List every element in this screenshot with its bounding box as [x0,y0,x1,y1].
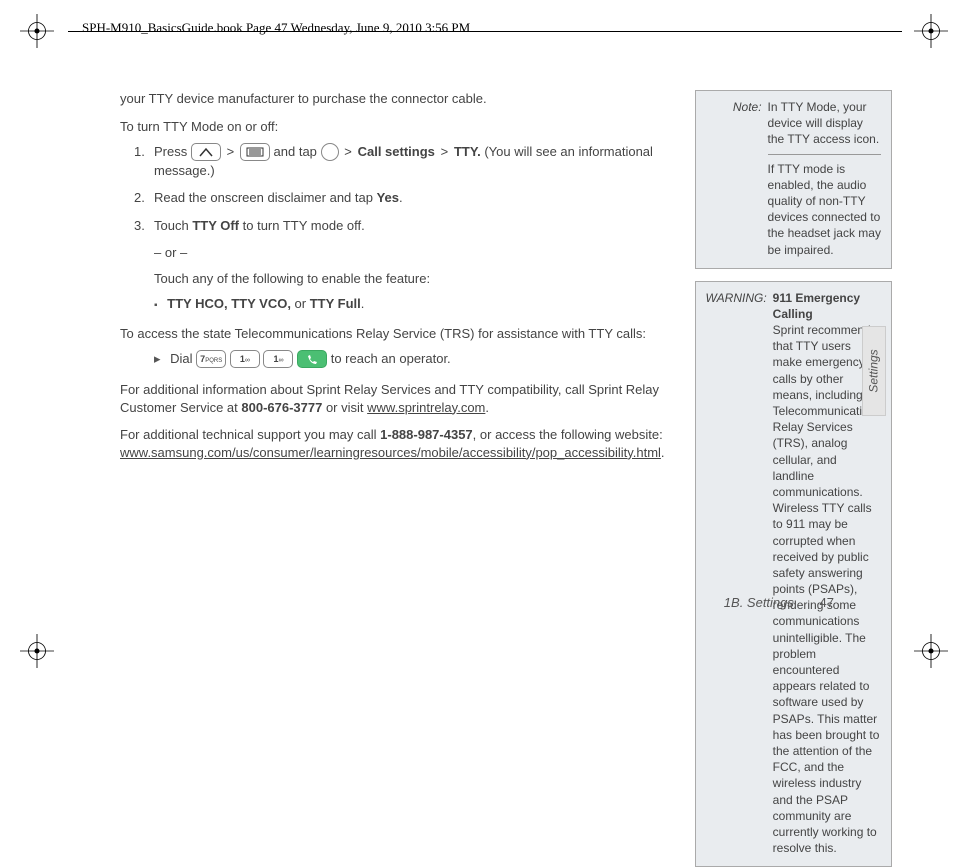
button-label-ref: Yes [377,190,399,205]
url-link: www.sprintrelay.com [367,400,485,415]
step-number: 1. [134,143,145,161]
page-content: your TTY device manufacturer to purchase… [120,90,854,618]
keypad-1-icon: 1∞ [230,350,260,368]
crop-mark-icon [914,14,948,48]
section-tab-label: Settings [867,349,881,392]
crop-mark-icon [20,634,54,668]
crop-mark-icon [20,14,54,48]
step-text: Dial [170,351,196,366]
option-list: TTY HCO, TTY VCO, or TTY Full. [154,295,665,313]
breadcrumb-separator: > [344,145,352,160]
note-label: Note: [706,99,762,258]
step-number: 3. [134,217,145,235]
divider [768,154,882,155]
breadcrumb-separator: > [226,145,234,160]
phone-number: 800-676-3777 [241,400,322,415]
settings-icon [321,143,339,161]
keypad-7-icon: 7PQRS [196,350,226,368]
step-text: Press [154,144,191,159]
phone-number: 1-888-987-4357 [380,427,473,442]
page-number: 47 [820,595,834,610]
page-header: SPH-M910_BasicsGuide.book Page 47 Wednes… [82,20,470,36]
note-text: If TTY mode is enabled, the audio qualit… [768,161,882,258]
step-text: Read the onscreen disclaimer and tap [154,190,377,205]
step-1: 1. Press > and tap > Call settings > TTY… [120,143,665,179]
note-callout: Note: In TTY Mode, your device will disp… [695,90,893,269]
keypad-1-icon: 1∞ [263,350,293,368]
procedure-heading: To turn TTY Mode on or off: [120,118,665,136]
body-text: For additional technical support you may… [120,426,665,461]
section-tab: Settings [862,326,886,416]
menu-path: TTY. [454,144,481,159]
step-text: and tap [274,144,321,159]
step-2: 2. Read the onscreen disclaimer and tap … [120,189,665,207]
step-text: Touch [154,218,192,233]
warning-label: WARNING: [706,290,767,857]
procedure-heading: To access the state Telecommunications R… [120,325,665,343]
step-text: Touch any of the following to enable the… [154,270,665,288]
left-column: your TTY device manufacturer to purchase… [120,90,665,618]
step-text: to turn TTY mode off. [239,218,365,233]
body-text: your TTY device manufacturer to purchase… [120,90,665,108]
option-label-ref: TTY Off [192,218,239,233]
page-footer: 1B. Settings 47 [724,595,834,610]
call-key-icon [297,350,327,368]
step-3: 3. Touch TTY Off to turn TTY mode off. [120,217,665,235]
home-key-icon [191,143,221,161]
menu-key-icon [240,143,270,161]
url-link: www.samsung.com/us/consumer/learningreso… [120,445,661,460]
section-name: 1B. Settings [724,595,794,610]
crop-mark-icon [914,634,948,668]
step-number: 2. [134,189,145,207]
warning-title: 911 Emergency Calling [773,290,882,322]
dial-step: Dial 7PQRS 1∞ 1∞ to reach an operator. [154,350,665,369]
or-separator: – or – [154,244,665,262]
option-label-ref: TTY HCO, TTY VCO, [167,296,291,311]
note-text: In TTY Mode, your device will display th… [768,99,882,148]
step-text: to reach an operator. [331,351,451,366]
option-label-ref: TTY Full [310,296,361,311]
breadcrumb-separator: > [441,145,449,160]
body-text: For additional information about Sprint … [120,381,665,416]
menu-path: Call settings [358,144,435,159]
